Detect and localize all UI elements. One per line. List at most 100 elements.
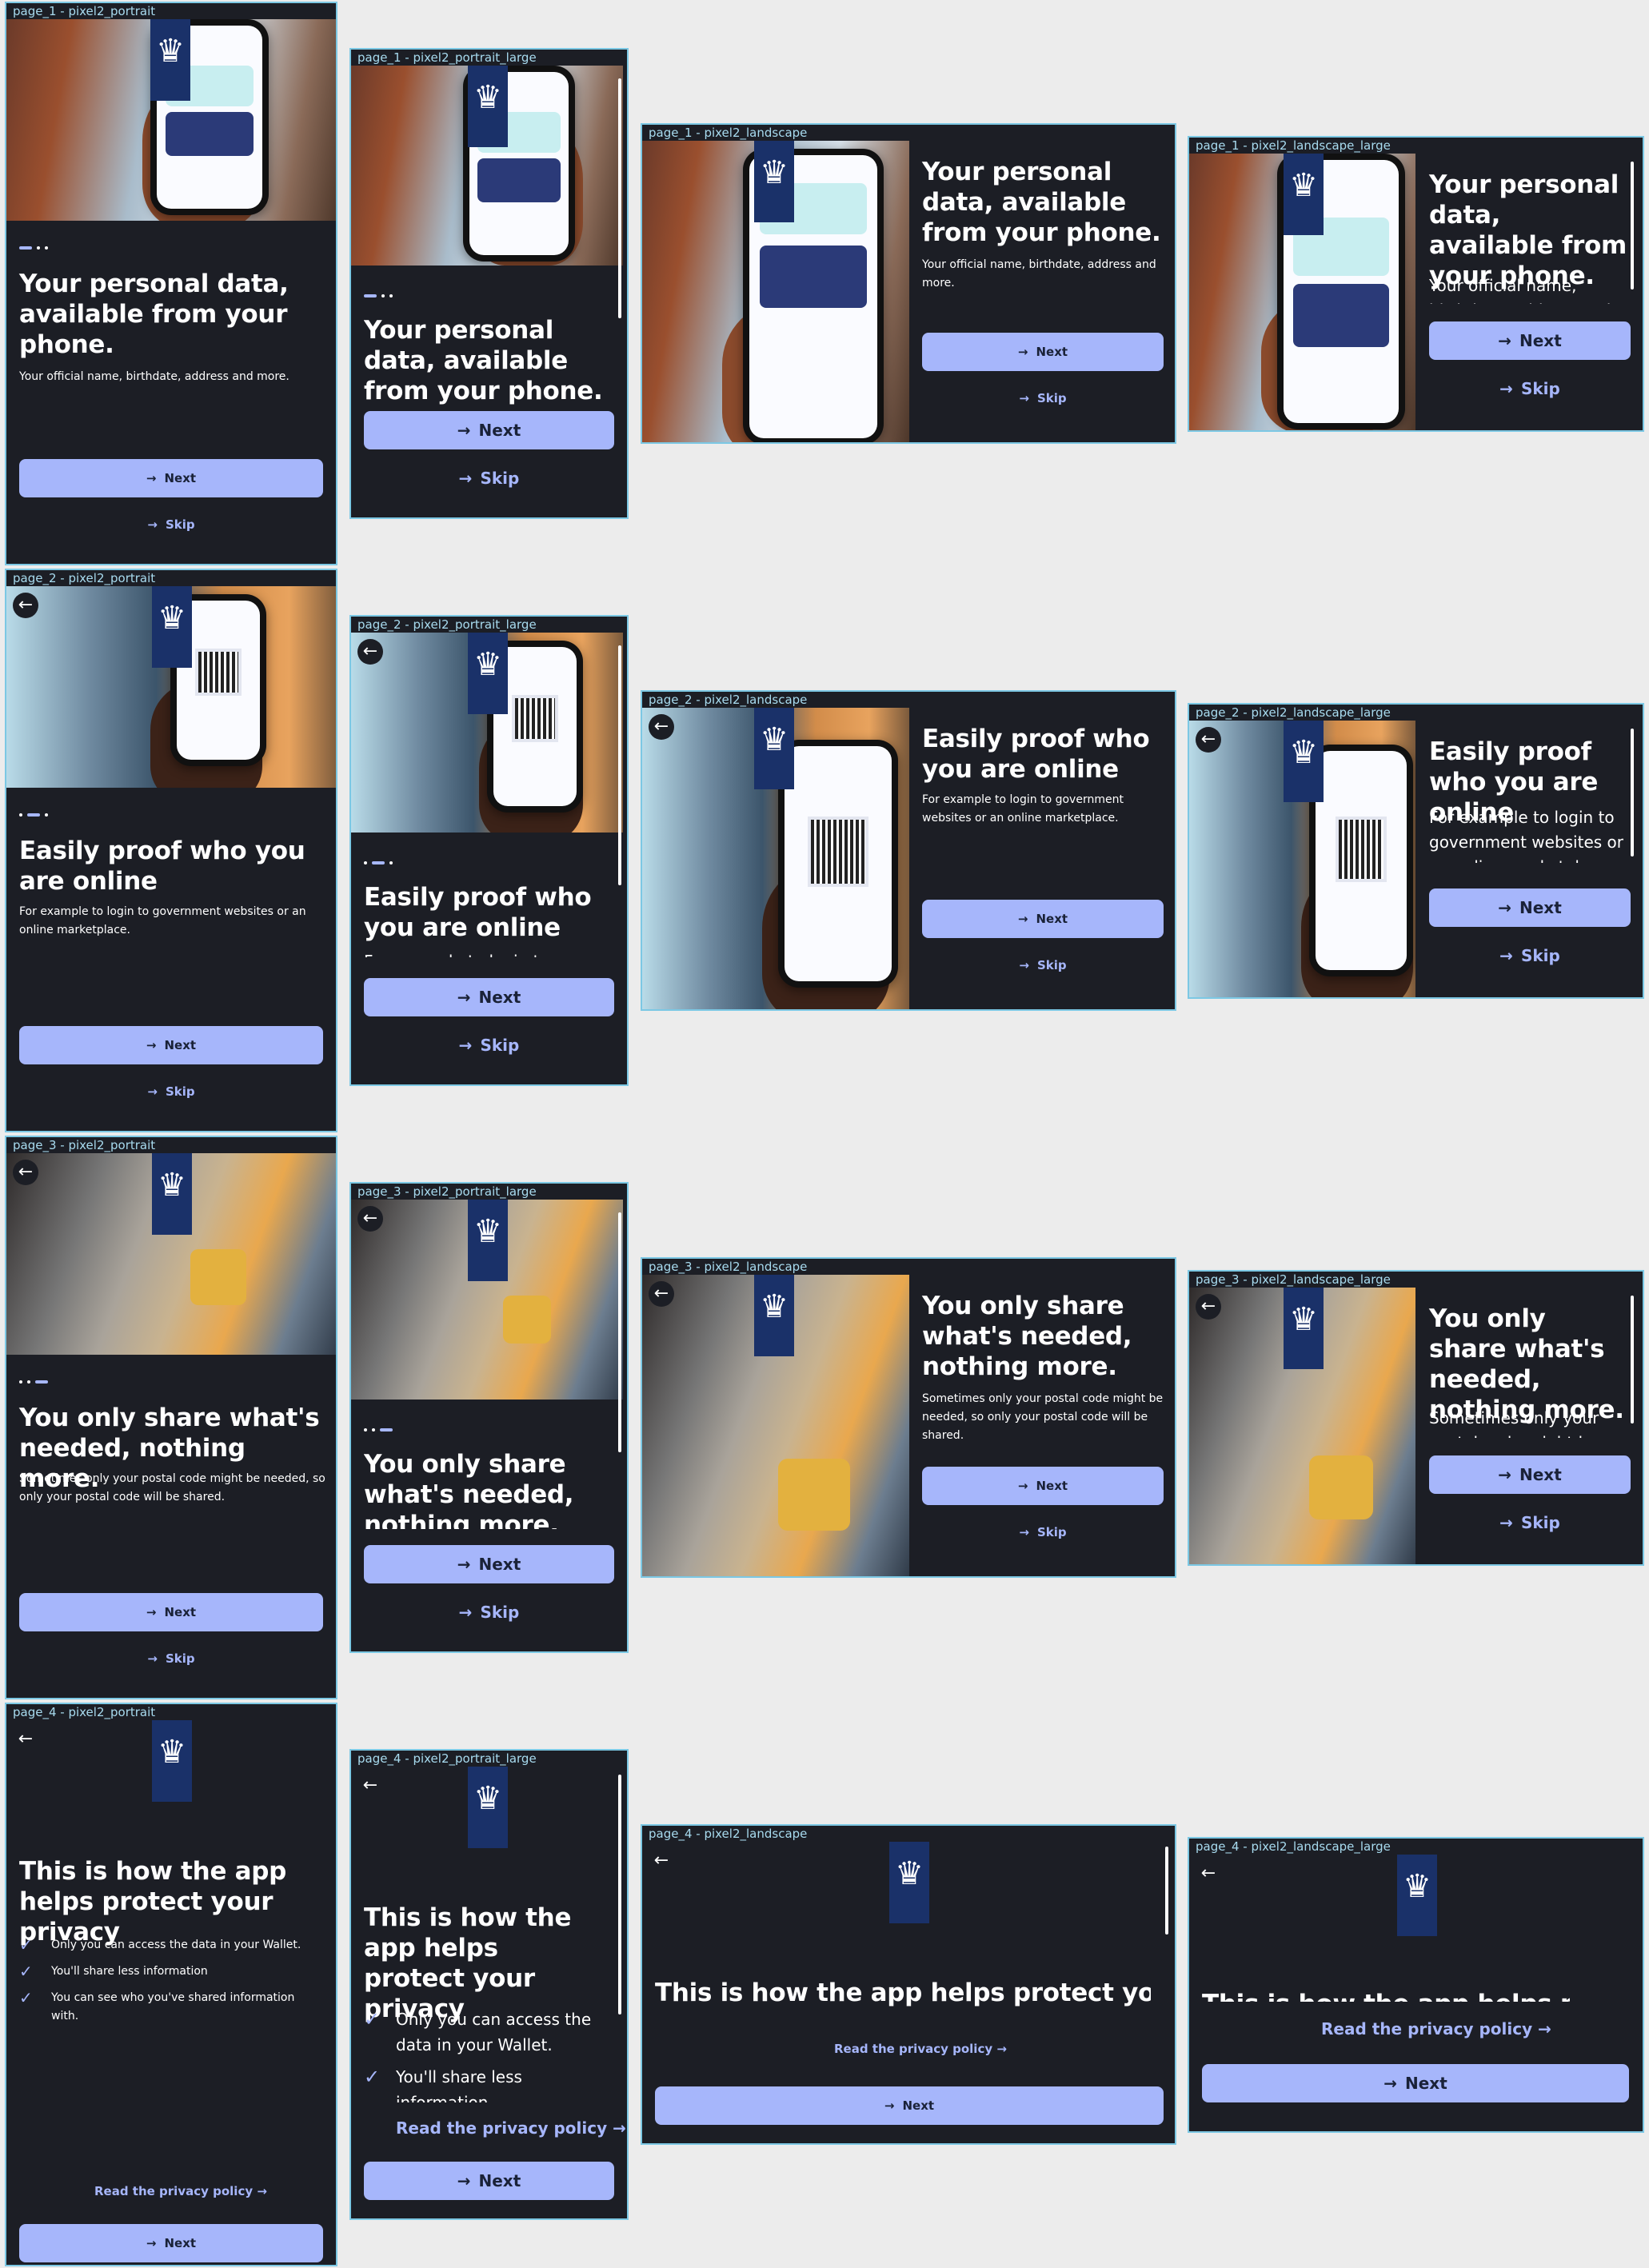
frame-label: page_2 - pixel2_portrait_large (357, 617, 537, 632)
page-indicator (364, 861, 393, 864)
next-button[interactable]: → Next (1429, 1455, 1631, 1494)
skip-button[interactable]: → Skip (1429, 938, 1631, 973)
back-button[interactable]: ← (13, 1727, 38, 1752)
back-button[interactable]: ← (1196, 727, 1221, 753)
scrollbar[interactable] (1631, 729, 1634, 856)
frame-page3-portrait-large: page_3 - pixel2_portrait_large ♛ ← You o… (349, 1182, 629, 1653)
skip-button[interactable]: → Skip (19, 1643, 323, 1675)
skip-button[interactable]: → Skip (19, 1076, 323, 1108)
arrow-right-icon: → (1499, 946, 1513, 965)
skip-button[interactable]: → Skip (922, 949, 1164, 981)
arrow-right-icon: → (147, 517, 158, 532)
arrow-left-icon: ← (18, 1729, 34, 1749)
check-item: ✓ Only you can access the data in your Wa… (19, 1935, 301, 1955)
back-button[interactable]: ← (1196, 1294, 1221, 1320)
mug-image (503, 1296, 551, 1344)
scrollbar[interactable] (1631, 162, 1634, 289)
mug-image (1309, 1455, 1373, 1519)
frame-label: page_2 - pixel2_landscape_large (1196, 705, 1391, 720)
skip-button[interactable]: → Skip (364, 1028, 614, 1063)
skip-button[interactable]: → Skip (922, 1516, 1164, 1548)
back-button[interactable]: ← (13, 593, 38, 618)
privacy-policy-link[interactable]: Read the privacy policy → (834, 2042, 1007, 2056)
next-button[interactable]: → Next (1429, 888, 1631, 927)
scrollbar[interactable] (618, 645, 621, 885)
next-button[interactable]: → Next (364, 978, 614, 1016)
arrow-left-icon: ← (653, 1284, 669, 1304)
next-button[interactable]: → Next (922, 1467, 1164, 1505)
page-indicator (19, 1380, 48, 1384)
onboarding-screen: ♛ ← You only share what's needed, nothin… (6, 1153, 336, 1698)
page-subtitle: Sometimes only your postal code might be… (1429, 1408, 1599, 1438)
privacy-checklist: ✓ Only you can access the data in your Wa… (364, 2006, 612, 2102)
page-title: Your personal data, available from your … (19, 270, 289, 359)
scrollbar[interactable] (618, 1212, 621, 1452)
skip-button[interactable]: → Skip (364, 461, 614, 496)
page-subtitle: For example to login to government websi… (922, 793, 1124, 825)
skip-button[interactable]: → Skip (364, 1595, 614, 1630)
scrollbar[interactable] (1165, 1847, 1168, 1935)
back-button[interactable]: ← (649, 1281, 674, 1307)
arrow-right-icon: → (458, 1603, 473, 1622)
back-button[interactable]: ← (13, 1160, 38, 1185)
arrow-right-icon: → (457, 421, 471, 440)
arrow-right-icon: → (147, 1084, 158, 1099)
onboarding-screen: ♛ Your personal data, available from you… (642, 141, 1175, 442)
scrollbar[interactable] (618, 1775, 621, 2014)
frame-label: page_4 - pixel2_portrait (13, 1705, 156, 1719)
privacy-policy-link[interactable]: Read the privacy policy → (396, 2118, 626, 2138)
scrollbar[interactable] (618, 78, 621, 318)
next-button[interactable]: → Next (19, 2224, 323, 2262)
arrow-right-icon: → (1499, 379, 1513, 398)
rijksoverheid-logo: ♛ (754, 1275, 794, 1356)
back-button[interactable]: ← (649, 1848, 674, 1874)
onboarding-screen: ♛ Your personal data, available from you… (1189, 154, 1643, 430)
privacy-screen: ← ♛ This is how the app helps protect yo… (351, 1767, 627, 2218)
next-button[interactable]: → Next (364, 1545, 614, 1583)
onboarding-screen: ♛ ← Easily proof who you are online For … (642, 708, 1175, 1009)
check-icon: ✓ (19, 1935, 33, 1955)
skip-button[interactable]: → Skip (1429, 1505, 1631, 1540)
next-button[interactable]: → Next (364, 411, 614, 449)
next-button[interactable]: → Next (19, 1593, 323, 1631)
page-subtitle: Your official name, birthdate, address a… (19, 370, 289, 383)
privacy-policy-link[interactable]: Read the privacy policy → (1321, 2019, 1551, 2038)
rijksoverheid-logo: ♛ (468, 633, 508, 714)
skip-button[interactable]: → Skip (19, 509, 323, 541)
skip-button[interactable]: → Skip (922, 382, 1164, 414)
back-button[interactable]: ← (357, 639, 383, 665)
page-subtitle: For example to login to government websi… (19, 905, 306, 936)
phone-image (1309, 745, 1413, 976)
next-button[interactable]: → Next (922, 900, 1164, 938)
frame-page4-landscape: page_4 - pixel2_landscape ← ♛ This is ho… (641, 1824, 1176, 2145)
privacy-policy-link[interactable]: Read the privacy policy → (94, 2184, 267, 2198)
check-icon: ✓ (364, 2008, 381, 2030)
back-button[interactable]: ← (649, 714, 674, 740)
scrollbar[interactable] (1631, 1296, 1634, 1423)
arrow-left-icon: ← (362, 641, 378, 661)
arrow-left-icon: ← (1200, 1296, 1216, 1316)
next-button[interactable]: → Next (364, 2162, 614, 2200)
onboarding-screen: ♛ ← You only share what's needed, nothin… (1189, 1288, 1643, 1564)
back-button[interactable]: ← (1196, 1861, 1221, 1887)
next-button[interactable]: → Next (1202, 2064, 1629, 2102)
privacy-screen: ← ♛ This is how the app helps protect yo… (6, 1720, 336, 2265)
check-item: ✓ Only you can access the data in your Wa… (364, 2008, 592, 2054)
frame-page1-portrait-large: page_1 - pixel2_portrait_large ♛ Your pe… (349, 48, 629, 519)
next-button[interactable]: → Next (922, 333, 1164, 371)
arrow-right-icon: → (458, 1036, 473, 1055)
next-button[interactable]: → Next (655, 2086, 1164, 2125)
next-button[interactable]: → Next (19, 1026, 323, 1064)
back-button[interactable]: ← (357, 1773, 383, 1799)
arrow-right-icon: → (1017, 345, 1028, 359)
arrow-right-icon: → (458, 469, 473, 488)
next-button[interactable]: → Next (1429, 321, 1631, 360)
page-indicator (364, 294, 393, 297)
frame-label: page_1 - pixel2_portrait_large (357, 50, 537, 65)
page-title: This is how the app helps protect your p… (655, 1979, 1151, 2007)
frame-label: page_3 - pixel2_landscape_large (1196, 1272, 1391, 1287)
next-button[interactable]: → Next (19, 459, 323, 497)
page-title: You only share what's needed, nothing mo… (922, 1292, 1132, 1381)
skip-button[interactable]: → Skip (1429, 371, 1631, 406)
back-button[interactable]: ← (357, 1206, 383, 1232)
